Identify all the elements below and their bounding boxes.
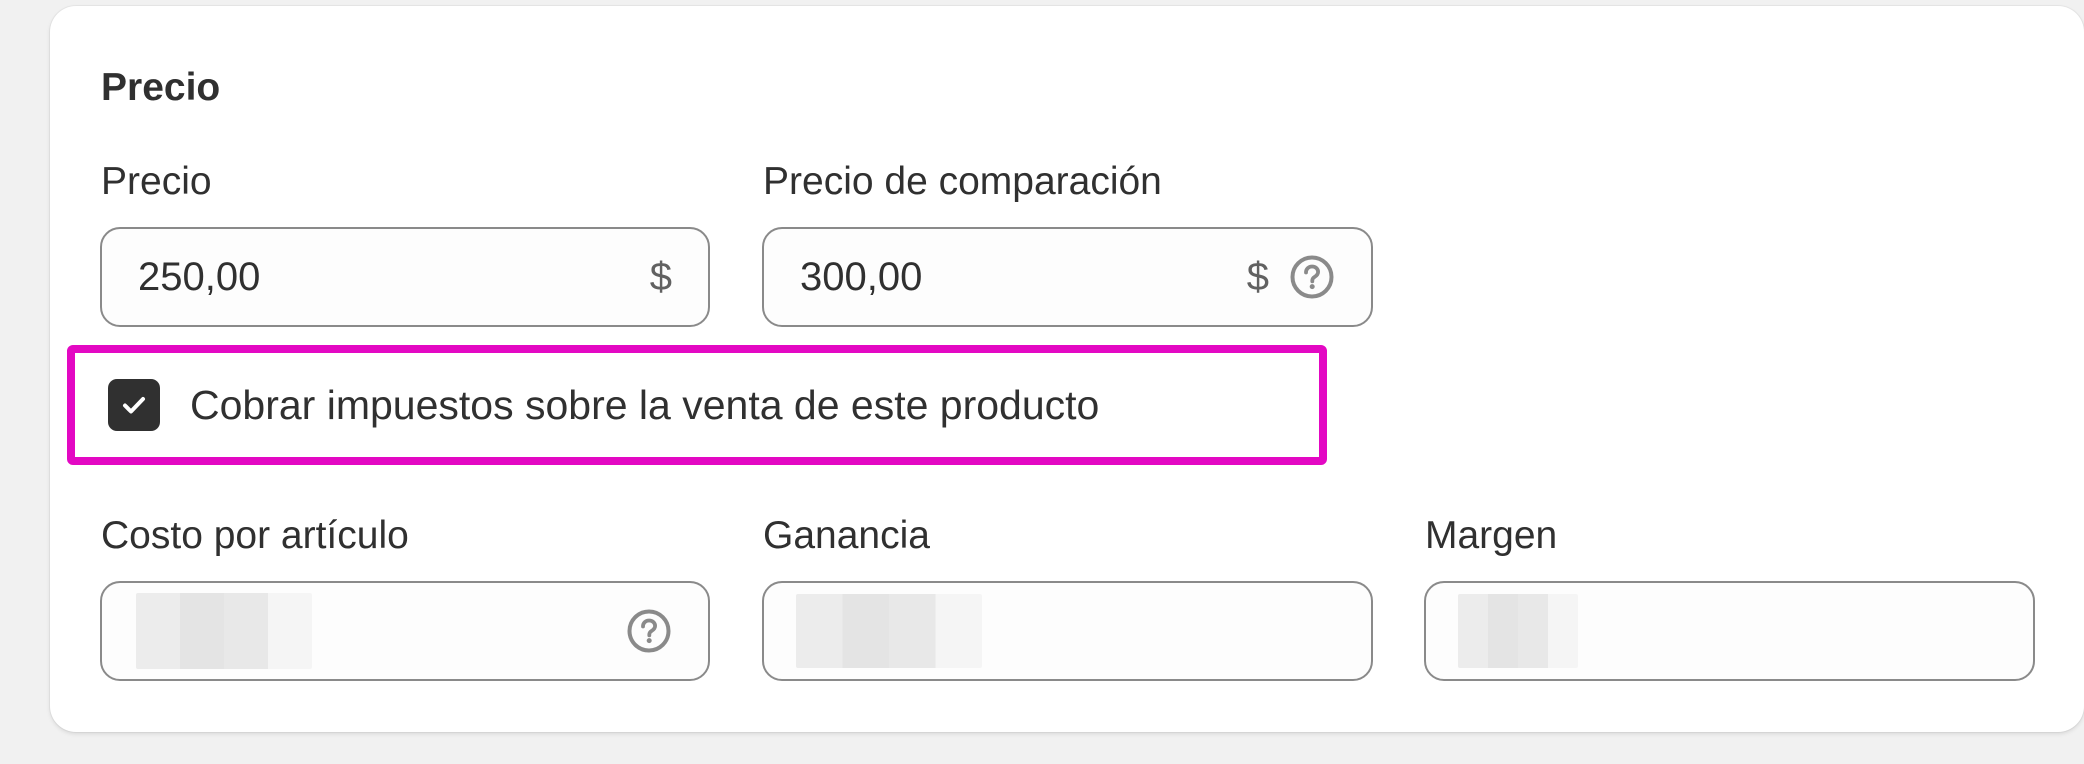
margin-value-redacted (1458, 593, 1997, 669)
cost-field[interactable] (100, 581, 710, 681)
question-circle-icon[interactable] (626, 608, 672, 654)
checkmark-icon (123, 397, 145, 414)
margin-field[interactable] (1424, 581, 2035, 681)
price-value: 250,00 (138, 254, 261, 299)
compare-price-value: 300,00 (800, 254, 923, 299)
compare-price-field[interactable]: 300,00 $ (762, 227, 1373, 327)
price-label: Precio (101, 160, 212, 203)
question-circle-icon[interactable] (1289, 254, 1335, 300)
charge-tax-checkbox[interactable] (108, 379, 160, 431)
profit-label: Ganancia (763, 514, 930, 557)
compare-price-label: Precio de comparación (763, 160, 1162, 203)
section-title: Precio (101, 66, 221, 109)
margin-label: Margen (1425, 514, 1558, 557)
profit-value-redacted (796, 593, 1335, 669)
price-field[interactable]: 250,00 $ (100, 227, 710, 327)
charge-tax-label[interactable]: Cobrar impuestos sobre la venta de este … (190, 382, 1099, 429)
cost-label: Costo por artículo (101, 514, 409, 557)
price-currency: $ (649, 254, 672, 299)
profit-field[interactable] (762, 581, 1373, 681)
cost-value-redacted (136, 593, 606, 669)
compare-price-currency: $ (1246, 254, 1269, 299)
charge-tax-highlight: Cobrar impuestos sobre la venta de este … (67, 345, 1327, 465)
